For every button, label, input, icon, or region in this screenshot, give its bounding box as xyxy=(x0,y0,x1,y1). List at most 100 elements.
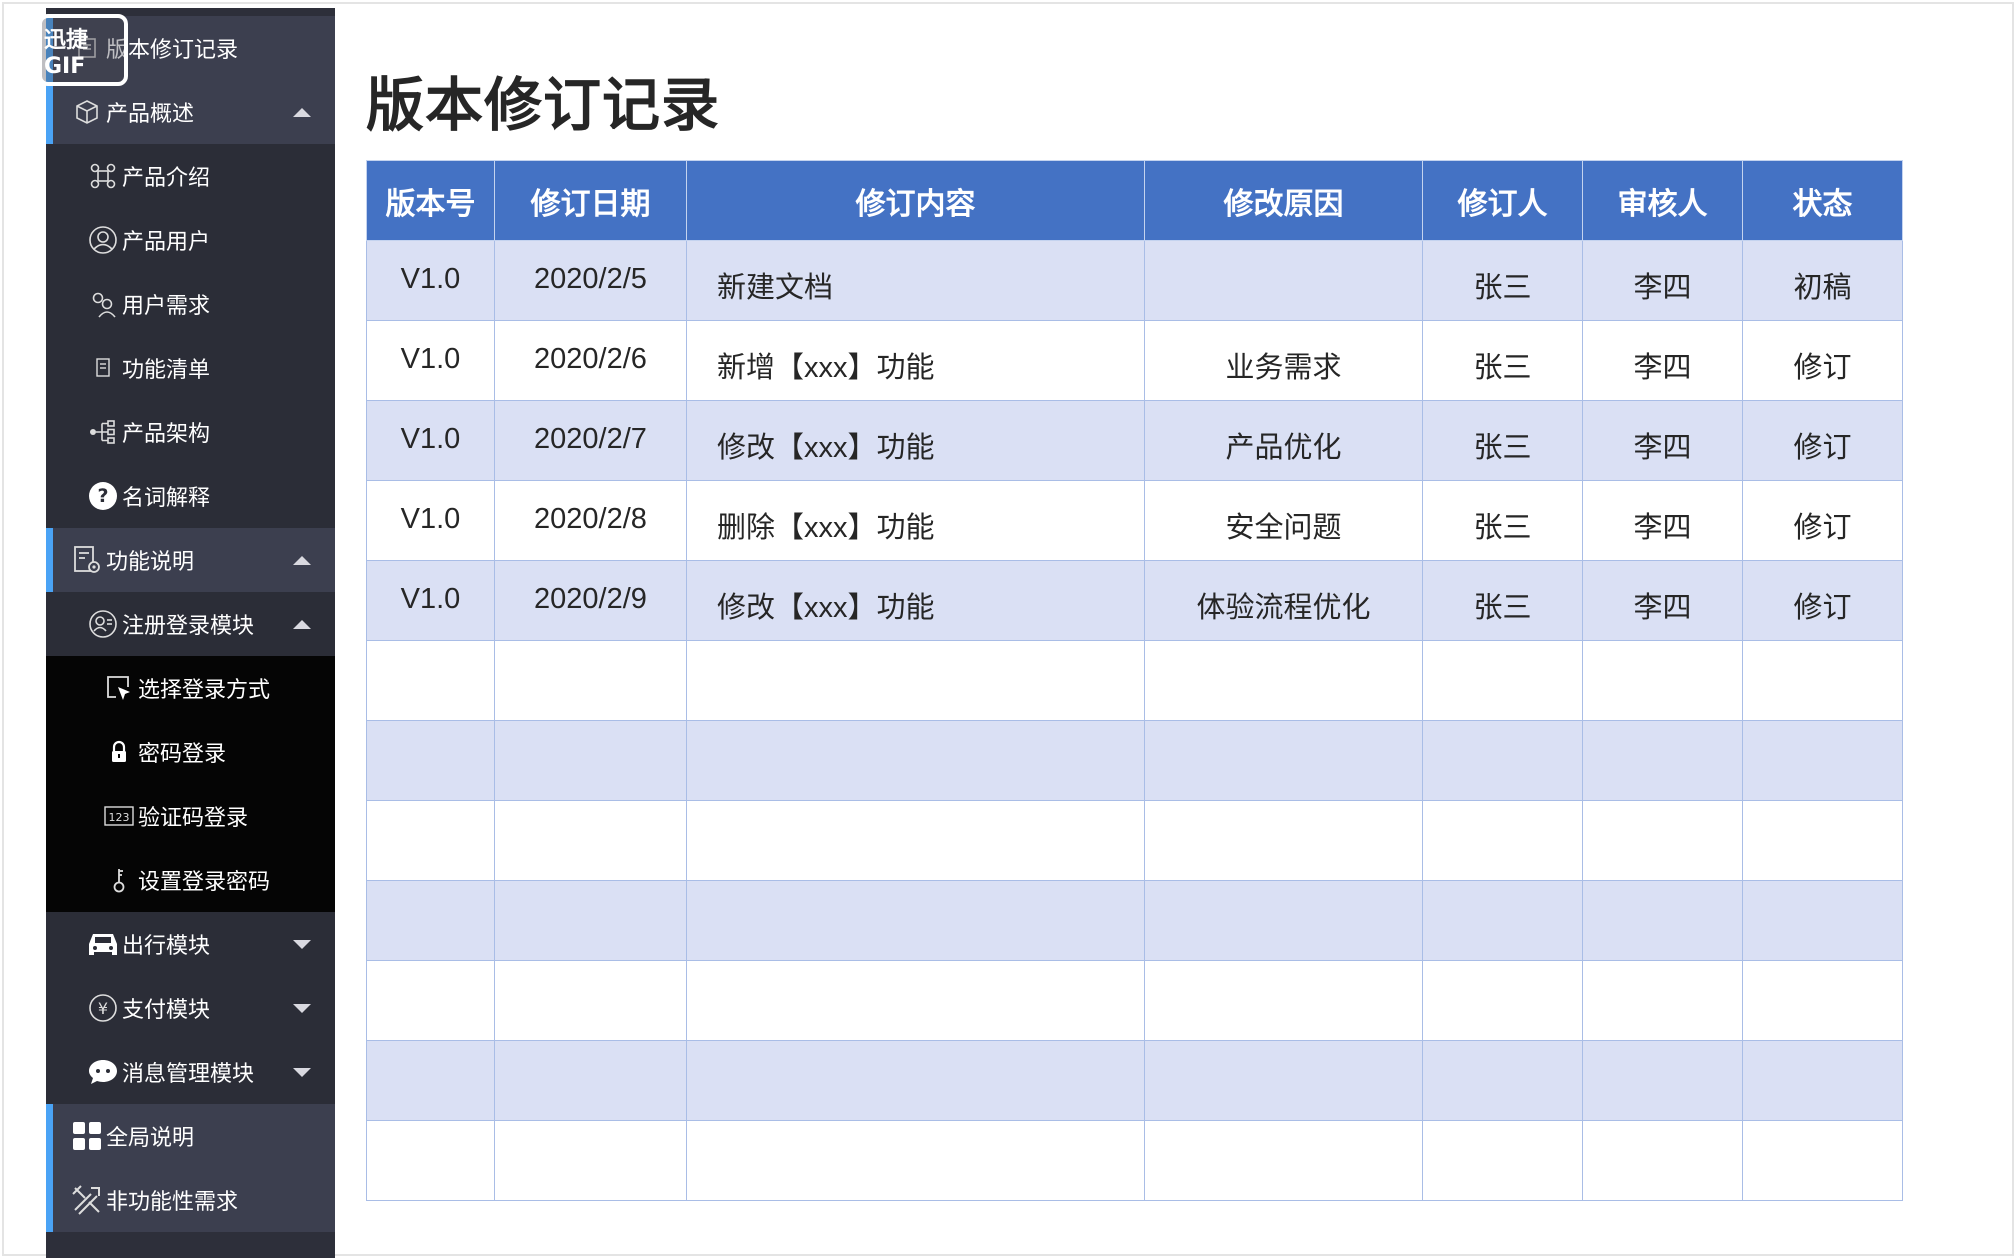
date-cell[interactable] xyxy=(494,960,687,1041)
status-cell[interactable]: 初稿 xyxy=(1742,240,1903,321)
version-cell[interactable]: V1.0 xyxy=(366,240,495,321)
sidebar-item-payment-module[interactable]: ¥ 支付模块 xyxy=(46,976,335,1040)
sidebar-item-product-architecture[interactable]: 产品架构 xyxy=(46,400,335,464)
version-cell[interactable] xyxy=(366,640,495,721)
status-cell[interactable] xyxy=(1742,1040,1903,1121)
column-header-reviser[interactable]: 修订人 xyxy=(1422,160,1583,241)
column-header-status[interactable]: 状态 xyxy=(1742,160,1903,241)
reviser-cell[interactable] xyxy=(1422,1120,1583,1201)
content-cell[interactable] xyxy=(686,880,1145,961)
sidebar-item-travel-module[interactable]: 出行模块 xyxy=(46,912,335,976)
version-cell[interactable]: V1.0 xyxy=(366,400,495,481)
sidebar-item-choose-login-method[interactable]: 选择登录方式 xyxy=(46,656,335,720)
reviser-cell[interactable]: 张三 xyxy=(1422,400,1583,481)
reviser-cell[interactable] xyxy=(1422,800,1583,881)
column-header-date[interactable]: 修订日期 xyxy=(494,160,687,241)
content-cell[interactable]: 删除【xxx】功能 xyxy=(686,480,1145,561)
column-header-reviewer[interactable]: 审核人 xyxy=(1582,160,1743,241)
sidebar-item-product-overview[interactable]: 产品概述 xyxy=(46,80,335,144)
status-cell[interactable]: 修订 xyxy=(1742,560,1903,641)
reviser-cell[interactable]: 张三 xyxy=(1422,480,1583,561)
sidebar-item-glossary[interactable]: ? 名词解释 xyxy=(46,464,335,528)
reviewer-cell[interactable]: 李四 xyxy=(1582,240,1743,321)
reason-cell[interactable] xyxy=(1144,960,1423,1041)
date-cell[interactable]: 2020/2/7 xyxy=(494,400,687,481)
reason-cell[interactable] xyxy=(1144,240,1423,321)
reason-cell[interactable] xyxy=(1144,1040,1423,1121)
reviewer-cell[interactable] xyxy=(1582,640,1743,721)
status-cell[interactable] xyxy=(1742,1120,1903,1201)
reviewer-cell[interactable] xyxy=(1582,720,1743,801)
date-cell[interactable] xyxy=(494,1120,687,1201)
status-cell[interactable] xyxy=(1742,720,1903,801)
content-cell[interactable] xyxy=(686,960,1145,1041)
reason-cell[interactable]: 业务需求 xyxy=(1144,320,1423,401)
content-cell[interactable]: 修改【xxx】功能 xyxy=(686,400,1145,481)
status-cell[interactable]: 修订 xyxy=(1742,400,1903,481)
chevron-up-icon[interactable] xyxy=(293,107,311,117)
reason-cell[interactable] xyxy=(1144,1120,1423,1201)
sidebar-item-message-module[interactable]: 消息管理模块 xyxy=(46,1040,335,1104)
reviewer-cell[interactable]: 李四 xyxy=(1582,560,1743,641)
date-cell[interactable] xyxy=(494,880,687,961)
status-cell[interactable] xyxy=(1742,640,1903,721)
date-cell[interactable]: 2020/2/6 xyxy=(494,320,687,401)
content-cell[interactable] xyxy=(686,640,1145,721)
date-cell[interactable] xyxy=(494,720,687,801)
content-cell[interactable] xyxy=(686,720,1145,801)
sidebar-item-product-intro[interactable]: 产品介绍 xyxy=(46,144,335,208)
reviewer-cell[interactable] xyxy=(1582,800,1743,881)
version-cell[interactable] xyxy=(366,1120,495,1201)
date-cell[interactable]: 2020/2/8 xyxy=(494,480,687,561)
date-cell[interactable] xyxy=(494,800,687,881)
content-cell[interactable]: 修改【xxx】功能 xyxy=(686,560,1145,641)
sidebar-item-user-needs[interactable]: 用户需求 xyxy=(46,272,335,336)
chevron-up-icon[interactable] xyxy=(293,619,311,629)
version-cell[interactable]: V1.0 xyxy=(366,480,495,561)
sidebar-item-set-login-password[interactable]: 设置登录密码 xyxy=(46,848,335,912)
column-header-content[interactable]: 修订内容 xyxy=(686,160,1145,241)
reason-cell[interactable] xyxy=(1144,880,1423,961)
column-header-reason[interactable]: 修改原因 xyxy=(1144,160,1423,241)
content-cell[interactable] xyxy=(686,800,1145,881)
status-cell[interactable]: 修订 xyxy=(1742,480,1903,561)
version-cell[interactable] xyxy=(366,800,495,881)
reviewer-cell[interactable]: 李四 xyxy=(1582,480,1743,561)
sidebar-item-global-description[interactable]: 全局说明 xyxy=(46,1104,335,1168)
content-cell[interactable] xyxy=(686,1040,1145,1121)
chevron-down-icon[interactable] xyxy=(293,1067,311,1077)
reviser-cell[interactable] xyxy=(1422,640,1583,721)
chevron-down-icon[interactable] xyxy=(293,1003,311,1013)
reason-cell[interactable]: 产品优化 xyxy=(1144,400,1423,481)
sidebar-item-sms-code-login[interactable]: 123 验证码登录 xyxy=(46,784,335,848)
reason-cell[interactable]: 体验流程优化 xyxy=(1144,560,1423,641)
reviewer-cell[interactable]: 李四 xyxy=(1582,400,1743,481)
sidebar-item-non-functional-requirements[interactable]: 非功能性需求 xyxy=(46,1168,335,1232)
content-cell[interactable] xyxy=(686,1120,1145,1201)
reason-cell[interactable] xyxy=(1144,800,1423,881)
version-cell[interactable] xyxy=(366,960,495,1041)
status-cell[interactable] xyxy=(1742,880,1903,961)
reason-cell[interactable] xyxy=(1144,640,1423,721)
reviser-cell[interactable] xyxy=(1422,880,1583,961)
sidebar-item-register-login-module[interactable]: 注册登录模块 xyxy=(46,592,335,656)
chevron-up-icon[interactable] xyxy=(293,555,311,565)
version-cell[interactable] xyxy=(366,720,495,801)
status-cell[interactable]: 修订 xyxy=(1742,320,1903,401)
content-cell[interactable]: 新建文档 xyxy=(686,240,1145,321)
reviser-cell[interactable] xyxy=(1422,1040,1583,1121)
reviewer-cell[interactable] xyxy=(1582,1040,1743,1121)
reviser-cell[interactable]: 张三 xyxy=(1422,560,1583,641)
sidebar-item-feature-list[interactable]: 功能清单 xyxy=(46,336,335,400)
reviewer-cell[interactable] xyxy=(1582,960,1743,1041)
column-header-version[interactable]: 版本号 xyxy=(366,160,495,241)
reviewer-cell[interactable] xyxy=(1582,1120,1743,1201)
reviser-cell[interactable] xyxy=(1422,960,1583,1041)
status-cell[interactable] xyxy=(1742,960,1903,1041)
reviewer-cell[interactable] xyxy=(1582,880,1743,961)
reviser-cell[interactable]: 张三 xyxy=(1422,240,1583,321)
version-cell[interactable]: V1.0 xyxy=(366,320,495,401)
reason-cell[interactable]: 安全问题 xyxy=(1144,480,1423,561)
content-cell[interactable]: 新增【xxx】功能 xyxy=(686,320,1145,401)
reason-cell[interactable] xyxy=(1144,720,1423,801)
